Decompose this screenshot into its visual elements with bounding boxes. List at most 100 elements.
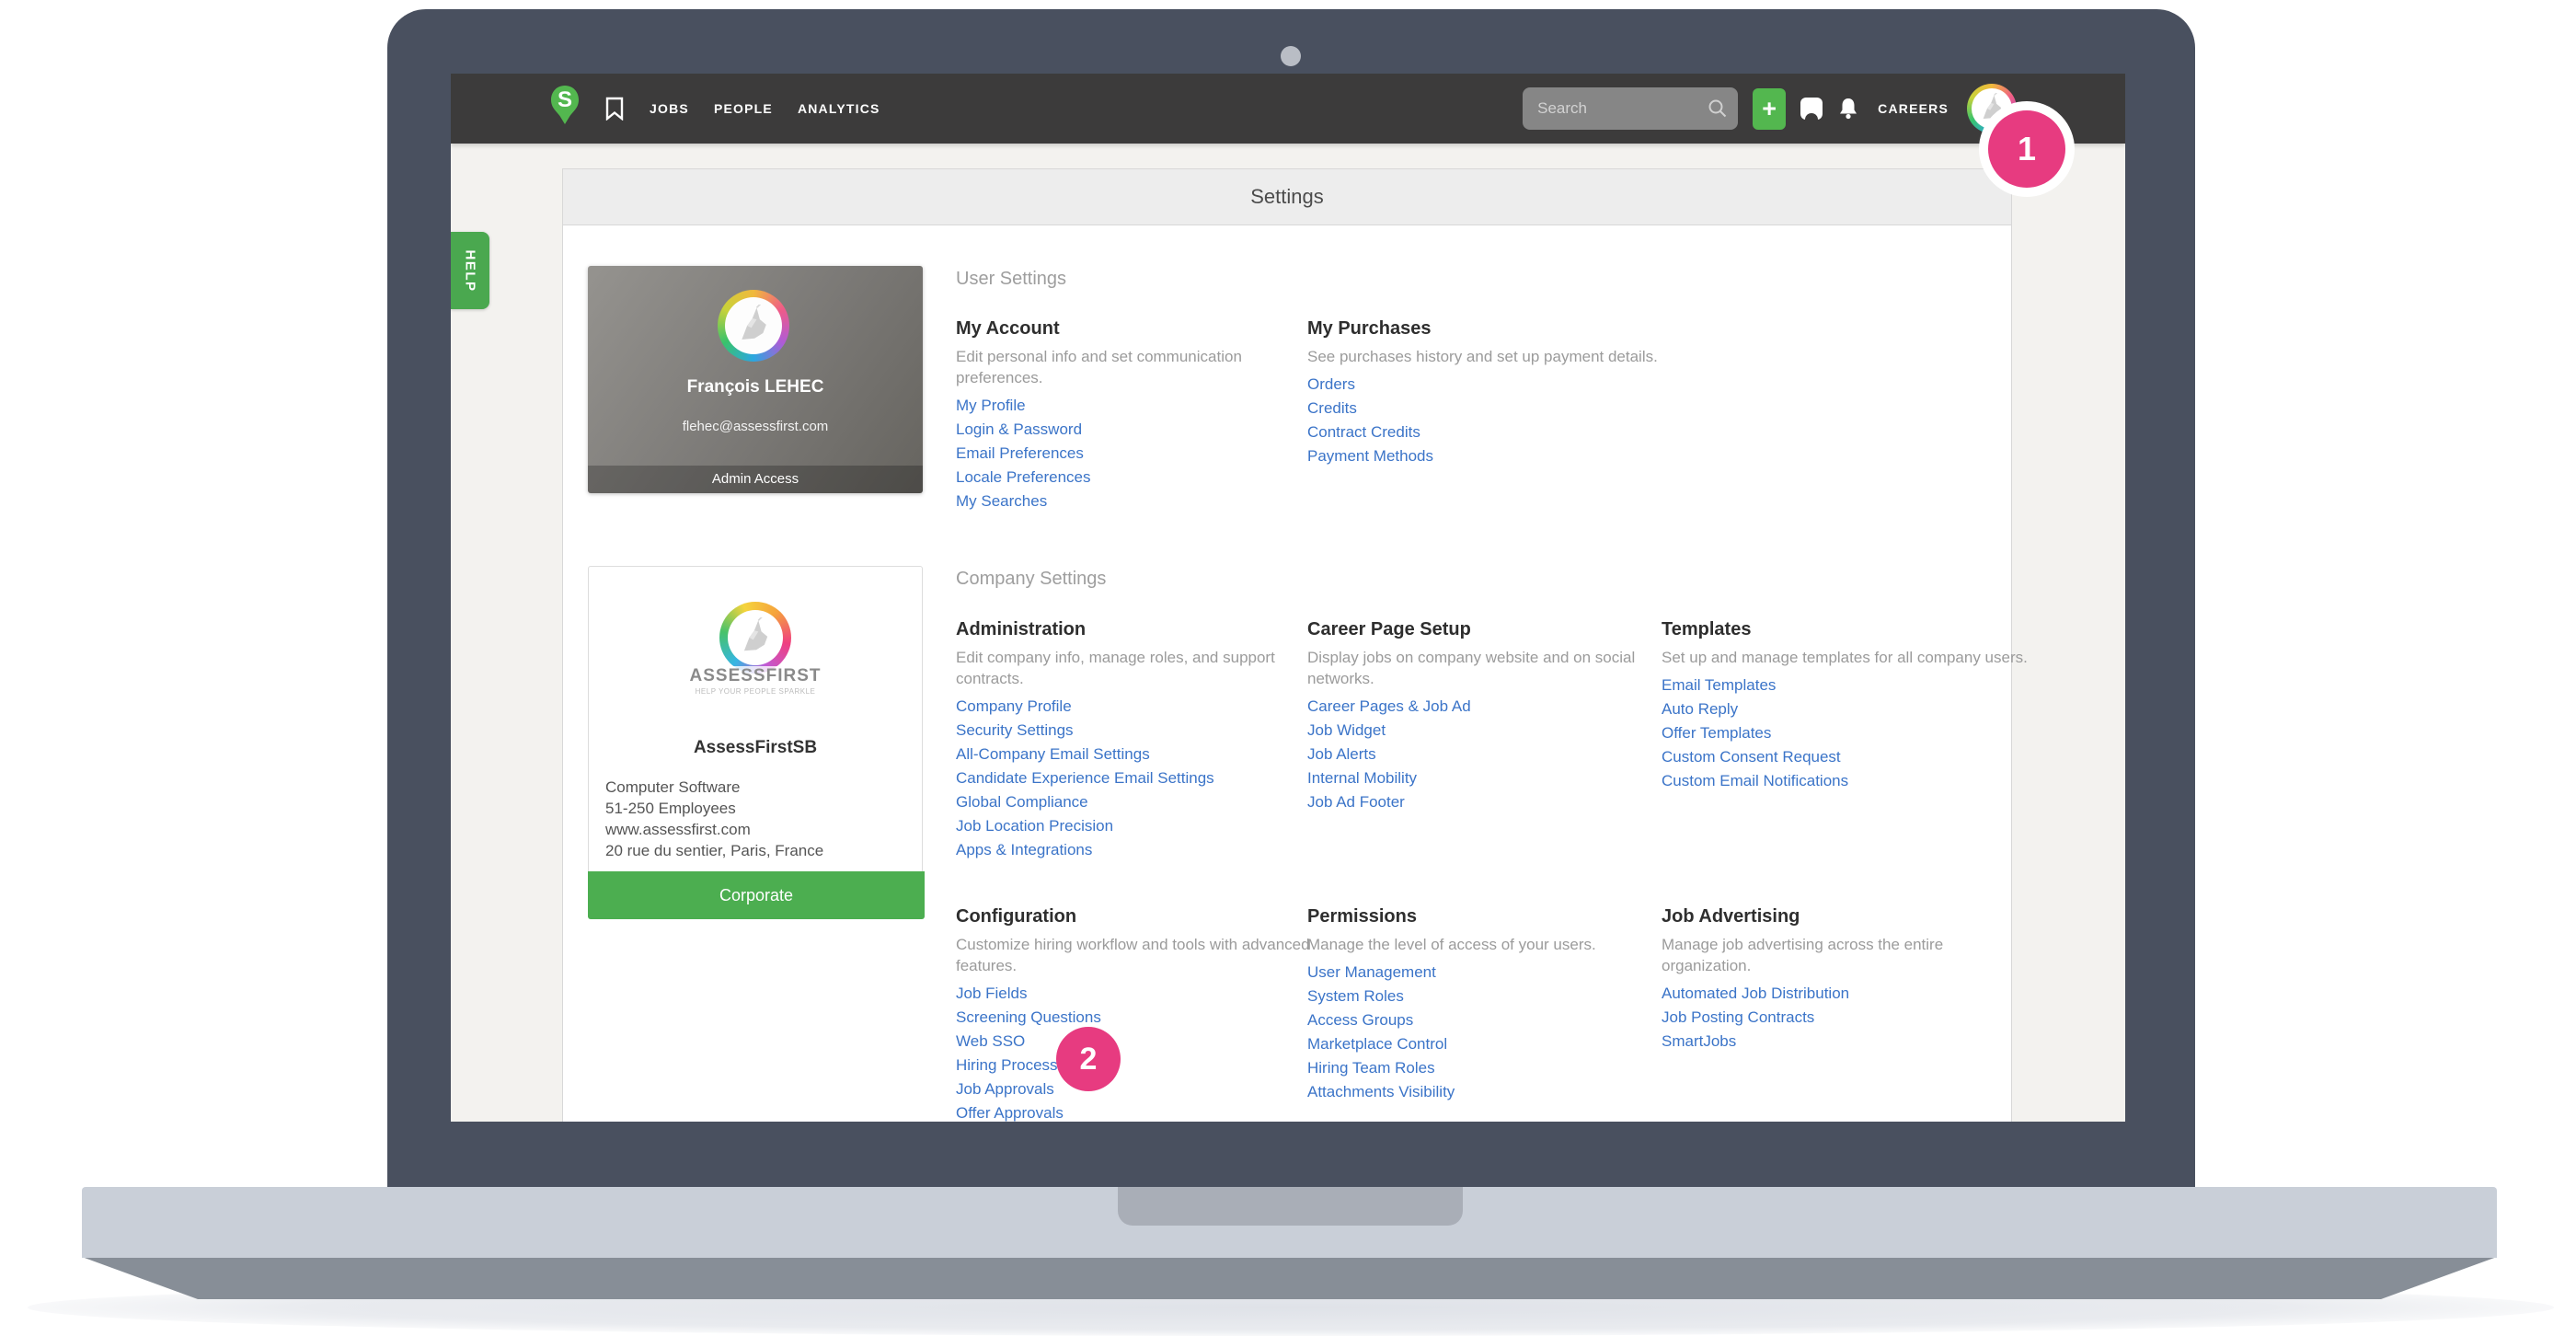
settings-link-automated-job-distribution[interactable]: Automated Job Distribution — [1662, 982, 1849, 1006]
company-address: 20 rue du sentier, Paris, France — [605, 840, 823, 861]
settings-link-locale-preferences[interactable]: Locale Preferences — [956, 466, 1090, 489]
settings-link-contract-credits[interactable]: Contract Credits — [1307, 420, 1420, 444]
user-profile-card[interactable]: François LEHEC flehec@assessfirst.com Ad… — [588, 266, 923, 493]
settings-link-job-ad-footer[interactable]: Job Ad Footer — [1307, 790, 1405, 814]
section-my-purchases: My Purchases See purchases history and se… — [1307, 315, 1675, 468]
settings-link-user-management[interactable]: User Management — [1307, 961, 1436, 985]
settings-link-security-settings[interactable]: Security Settings — [956, 719, 1074, 743]
nav-item-analytics[interactable]: ANALYTICS — [798, 101, 880, 116]
section-description: Edit personal info and set communication… — [956, 346, 1324, 388]
logo-letter: S — [550, 87, 580, 113]
section-title: Configuration — [956, 903, 1324, 930]
section-description: Edit company info, manage roles, and sup… — [956, 647, 1324, 689]
help-tab[interactable]: HELP — [451, 232, 489, 309]
company-logo-text: ASSESSFIRST — [690, 666, 822, 686]
section-my-account: My Account Edit personal info and set com… — [956, 315, 1324, 513]
company-name: AssessFirstSB — [589, 738, 922, 758]
settings-link-email-templates[interactable]: Email Templates — [1662, 674, 1776, 697]
settings-link-all-company-email-settings[interactable]: All-Company Email Settings — [956, 743, 1150, 766]
section-title: Administration — [956, 616, 1324, 643]
settings-link-offer-approvals[interactable]: Offer Approvals — [956, 1101, 1064, 1122]
user-settings-label: User Settings — [956, 265, 1066, 293]
section-title: My Account — [956, 315, 1324, 342]
app-screen: S JOBS PEOPLE ANALYTICS — [451, 74, 2125, 1122]
settings-link-hiring-team-roles[interactable]: Hiring Team Roles — [1307, 1056, 1435, 1080]
laptop-mockup: S JOBS PEOPLE ANALYTICS — [0, 0, 2576, 1336]
settings-link-job-location-precision[interactable]: Job Location Precision — [956, 814, 1113, 838]
laptop-screen-bezel: S JOBS PEOPLE ANALYTICS — [387, 9, 2195, 1187]
settings-link-offer-templates[interactable]: Offer Templates — [1662, 721, 1771, 745]
settings-link-job-fields[interactable]: Job Fields — [956, 982, 1027, 1006]
nav-item-careers[interactable]: CAREERS — [1878, 101, 1949, 116]
section-description: See purchases history and set up payment… — [1307, 346, 1675, 367]
section-title: My Purchases — [1307, 315, 1675, 342]
settings-panel: Settings François — [562, 168, 2012, 1122]
section-description: Display jobs on company website and on s… — [1307, 647, 1675, 689]
user-name: François LEHEC — [588, 377, 923, 397]
section-job-advertising: Job Advertising Manage job advertising ac… — [1662, 903, 2030, 1054]
bookmark-icon[interactable] — [604, 97, 625, 121]
section-templates: TemplatesSet up and manage templates for… — [1662, 616, 2030, 793]
settings-link-job-posting-contracts[interactable]: Job Posting Contracts — [1662, 1006, 1814, 1030]
add-new-button[interactable]: + — [1753, 88, 1786, 130]
settings-link-web-sso[interactable]: Web SSO — [956, 1030, 1025, 1054]
company-logo: ASSESSFIRST HELP YOUR PEOPLE SPARKLE — [589, 602, 922, 696]
nav-item-people[interactable]: PEOPLE — [714, 101, 773, 116]
company-card: ASSESSFIRST HELP YOUR PEOPLE SPARKLE Ass… — [588, 566, 923, 919]
settings-link-system-roles[interactable]: System Roles — [1307, 985, 1404, 1008]
settings-link-email-preferences[interactable]: Email Preferences — [956, 442, 1084, 466]
settings-link-attachments-visibility[interactable]: Attachments Visibility — [1307, 1080, 1455, 1104]
settings-link-access-groups[interactable]: Access Groups — [1307, 1008, 1413, 1032]
settings-link-smartjobs[interactable]: SmartJobs — [1662, 1030, 1736, 1054]
help-tab-label: HELP — [463, 249, 478, 292]
settings-link-job-approvals[interactable]: Job Approvals — [956, 1077, 1054, 1101]
settings-link-auto-reply[interactable]: Auto Reply — [1662, 697, 1738, 721]
section-title: Career Page Setup — [1307, 616, 1675, 643]
inbox-tray-icon[interactable] — [1799, 96, 1824, 121]
settings-link-career-pages-job-ad[interactable]: Career Pages & Job Ad — [1307, 695, 1471, 719]
nav-item-jobs[interactable]: JOBS — [650, 101, 689, 116]
section-description: Manage job advertising across the entire… — [1662, 934, 2030, 976]
section-title: Templates — [1662, 616, 2030, 643]
company-industry: Computer Software — [605, 777, 823, 798]
user-card-avatar — [718, 290, 789, 362]
company-settings-label: Company Settings — [956, 565, 1106, 593]
corporate-button[interactable]: Corporate — [588, 871, 925, 919]
settings-link-apps-integrations[interactable]: Apps & Integrations — [956, 838, 1092, 862]
settings-link-orders[interactable]: Orders — [1307, 373, 1355, 397]
settings-link-credits[interactable]: Credits — [1307, 397, 1357, 420]
settings-link-login-password[interactable]: Login & Password — [956, 418, 1082, 442]
laptop-base — [82, 1187, 2497, 1258]
settings-link-candidate-experience-email-settings[interactable]: Candidate Experience Email Settings — [956, 766, 1214, 790]
section-configuration: ConfigurationCustomize hiring workflow a… — [956, 903, 1324, 1122]
settings-link-marketplace-control[interactable]: Marketplace Control — [1307, 1032, 1447, 1056]
settings-link-payment-methods[interactable]: Payment Methods — [1307, 444, 1433, 468]
settings-link-custom-consent-request[interactable]: Custom Consent Request — [1662, 745, 1841, 769]
search-input[interactable] — [1523, 87, 1738, 130]
settings-link-global-compliance[interactable]: Global Compliance — [956, 790, 1088, 814]
settings-link-job-widget[interactable]: Job Widget — [1307, 719, 1386, 743]
notifications-bell-icon[interactable] — [1837, 97, 1859, 121]
settings-link-job-alerts[interactable]: Job Alerts — [1307, 743, 1376, 766]
annotation-badge-1: 1 — [1979, 101, 2075, 197]
smartrecruiters-logo-icon[interactable]: S — [550, 85, 580, 132]
company-details: Computer Software 51-250 Employees www.a… — [605, 777, 823, 861]
settings-link-company-profile[interactable]: Company Profile — [956, 695, 1072, 719]
settings-link-my-profile[interactable]: My Profile — [956, 394, 1026, 418]
settings-link-custom-email-notifications[interactable]: Custom Email Notifications — [1662, 769, 1848, 793]
laptop-base-edge — [82, 1257, 2497, 1299]
settings-link-screening-questions[interactable]: Screening Questions — [956, 1006, 1101, 1030]
settings-link-internal-mobility[interactable]: Internal Mobility — [1307, 766, 1417, 790]
settings-link-my-searches[interactable]: My Searches — [956, 489, 1047, 513]
laptop-hinge-notch — [1118, 1187, 1463, 1226]
admin-access-badge: Admin Access — [588, 466, 923, 493]
user-email: flehec@assessfirst.com — [588, 419, 923, 434]
search-icon[interactable] — [1707, 98, 1729, 120]
section-permissions: PermissionsManage the level of access of… — [1307, 903, 1675, 1104]
webcam-dot — [1281, 46, 1301, 66]
company-logo-tagline: HELP YOUR PEOPLE SPARKLE — [696, 687, 816, 696]
section-administration: Administration Edit company info, manage … — [956, 616, 1324, 862]
section-title: Job Advertising — [1662, 903, 2030, 930]
settings-link-hiring-process[interactable]: Hiring Process — [956, 1054, 1058, 1077]
page-title: Settings — [563, 169, 2011, 225]
